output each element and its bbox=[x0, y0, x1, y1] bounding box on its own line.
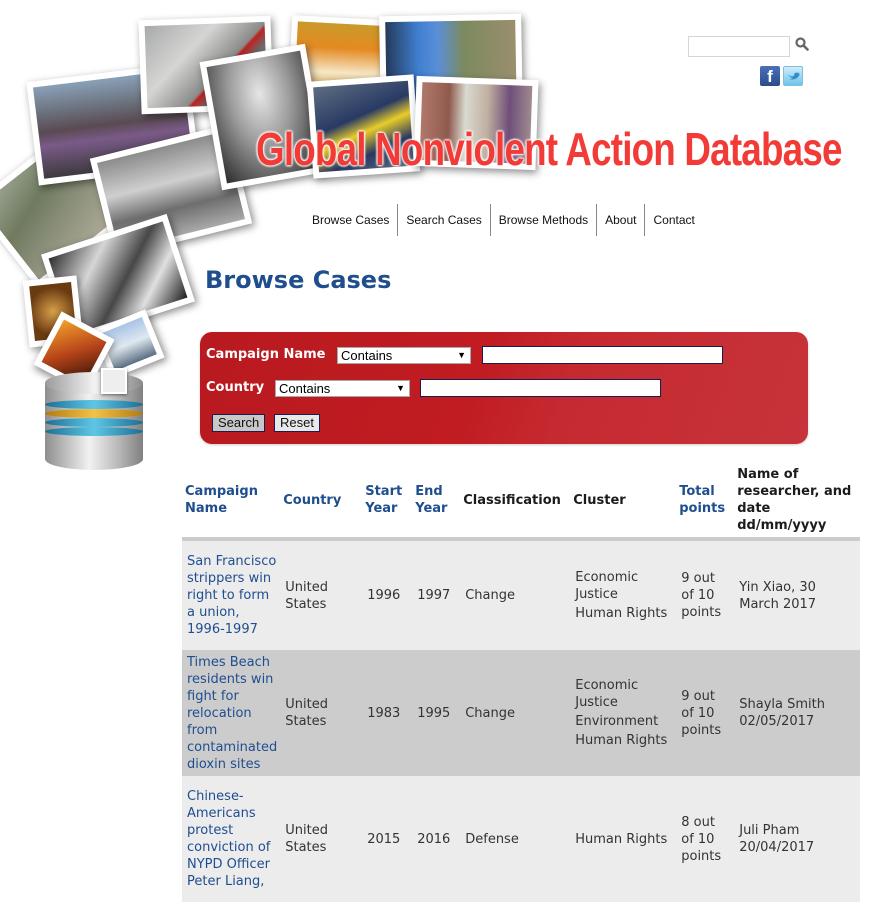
end-year-cell: 1995 bbox=[412, 650, 461, 776]
cluster-tag: Economic Justice bbox=[575, 678, 639, 710]
campaign-name-cell: Times Beach residents win fight for relo… bbox=[182, 650, 281, 776]
country-label: Country bbox=[206, 380, 265, 395]
column-header-cluster: Cluster bbox=[570, 463, 677, 541]
column-header-researcher: Name of researcher, and date dd/mm/yyyy bbox=[734, 463, 860, 541]
start-year-cell: 2015 bbox=[362, 776, 413, 902]
nav-contact[interactable]: Contact bbox=[644, 204, 702, 236]
cluster-cell: Economic Justice Environment Human Right… bbox=[570, 650, 677, 776]
country-cell: United States bbox=[280, 539, 363, 650]
chevron-down-icon: ▼ bbox=[396, 383, 405, 393]
cases-table: Campaign Name Country Start Year End Yea… bbox=[182, 463, 860, 902]
site-search-input[interactable] bbox=[688, 36, 790, 57]
country-cell: United States bbox=[280, 650, 363, 776]
cluster-tag: Environment bbox=[575, 714, 659, 729]
campaign-name-cell: Chinese-Americans protest conviction of … bbox=[182, 776, 281, 902]
country-cell: United States bbox=[280, 776, 363, 902]
campaign-name-operator-value: Contains bbox=[341, 348, 393, 363]
search-icon[interactable] bbox=[795, 37, 809, 51]
classification-cell: Change bbox=[460, 539, 571, 650]
column-header-end-year[interactable]: End Year bbox=[412, 463, 461, 541]
table-row: San Francisco strippers win right to for… bbox=[182, 539, 860, 650]
nav-search-cases[interactable]: Search Cases bbox=[397, 204, 489, 236]
site-title[interactable]: Global Nonviolent Action Database bbox=[256, 122, 842, 176]
total-points-cell: 9 out of 10 points bbox=[676, 539, 735, 650]
cluster-tag: Economic Justice bbox=[575, 570, 639, 602]
end-year-cell: 1997 bbox=[412, 539, 461, 650]
facebook-icon[interactable]: f bbox=[760, 66, 780, 86]
table-row: Times Beach residents win fight for relo… bbox=[182, 650, 860, 776]
classification-cell: Change bbox=[460, 650, 571, 776]
researcher-cell: Juli Pham 20/04/2017 bbox=[734, 776, 860, 902]
researcher-cell: Shayla Smith 02/05/2017 bbox=[734, 650, 860, 776]
reset-button[interactable]: Reset bbox=[274, 414, 320, 432]
chevron-down-icon: ▼ bbox=[457, 350, 466, 360]
column-header-start-year[interactable]: Start Year bbox=[362, 463, 413, 541]
search-button[interactable]: Search bbox=[212, 414, 266, 432]
cluster-cell: Human Rights bbox=[570, 776, 677, 902]
start-year-cell: 1983 bbox=[362, 650, 413, 776]
twitter-icon[interactable] bbox=[783, 66, 803, 86]
cluster-tag: Human Rights bbox=[575, 831, 668, 847]
nav-about[interactable]: About bbox=[596, 204, 644, 236]
country-input[interactable] bbox=[420, 379, 661, 397]
table-row: Chinese-Americans protest conviction of … bbox=[182, 776, 860, 902]
page-title: Browse Cases bbox=[205, 266, 392, 294]
main-nav: Browse Cases Search Cases Browse Methods… bbox=[304, 204, 703, 236]
country-operator-value: Contains bbox=[279, 381, 331, 396]
column-header-classification: Classification bbox=[460, 463, 571, 541]
cluster-tag: Human Rights bbox=[575, 733, 668, 748]
search-form: Campaign Name Contains ▼ Country Contain… bbox=[200, 332, 808, 444]
total-points-cell: 9 out of 10 points bbox=[676, 650, 735, 776]
total-points-cell: 8 out of 10 points bbox=[676, 776, 735, 902]
end-year-cell: 2016 bbox=[412, 776, 461, 902]
cluster-tag: Human Rights bbox=[575, 606, 668, 621]
database-icon bbox=[45, 368, 143, 480]
country-operator-select[interactable]: Contains ▼ bbox=[275, 380, 410, 397]
cluster-cell: Economic Justice Human Rights bbox=[570, 539, 677, 650]
column-header-campaign-name[interactable]: Campaign Name bbox=[182, 463, 281, 541]
campaign-name-operator-select[interactable]: Contains ▼ bbox=[337, 347, 471, 364]
campaign-name-label: Campaign Name bbox=[206, 347, 326, 362]
campaign-link[interactable]: Times Beach residents win fight for relo… bbox=[187, 655, 277, 772]
nav-browse-methods[interactable]: Browse Methods bbox=[489, 204, 596, 236]
campaign-link[interactable]: San Francisco strippers win right to for… bbox=[187, 554, 276, 637]
campaign-link[interactable]: Chinese-Americans protest conviction of … bbox=[187, 789, 270, 889]
nav-browse-cases[interactable]: Browse Cases bbox=[304, 204, 397, 236]
column-header-country[interactable]: Country bbox=[280, 463, 363, 541]
classification-cell: Defense bbox=[460, 776, 571, 902]
campaign-name-input[interactable] bbox=[482, 346, 723, 364]
column-header-total-points[interactable]: Total points bbox=[676, 463, 735, 541]
start-year-cell: 1996 bbox=[362, 539, 413, 650]
researcher-cell: Yin Xiao, 30 March 2017 bbox=[734, 539, 860, 650]
table-header-row: Campaign Name Country Start Year End Yea… bbox=[182, 463, 860, 541]
campaign-name-cell: San Francisco strippers win right to for… bbox=[182, 539, 281, 650]
